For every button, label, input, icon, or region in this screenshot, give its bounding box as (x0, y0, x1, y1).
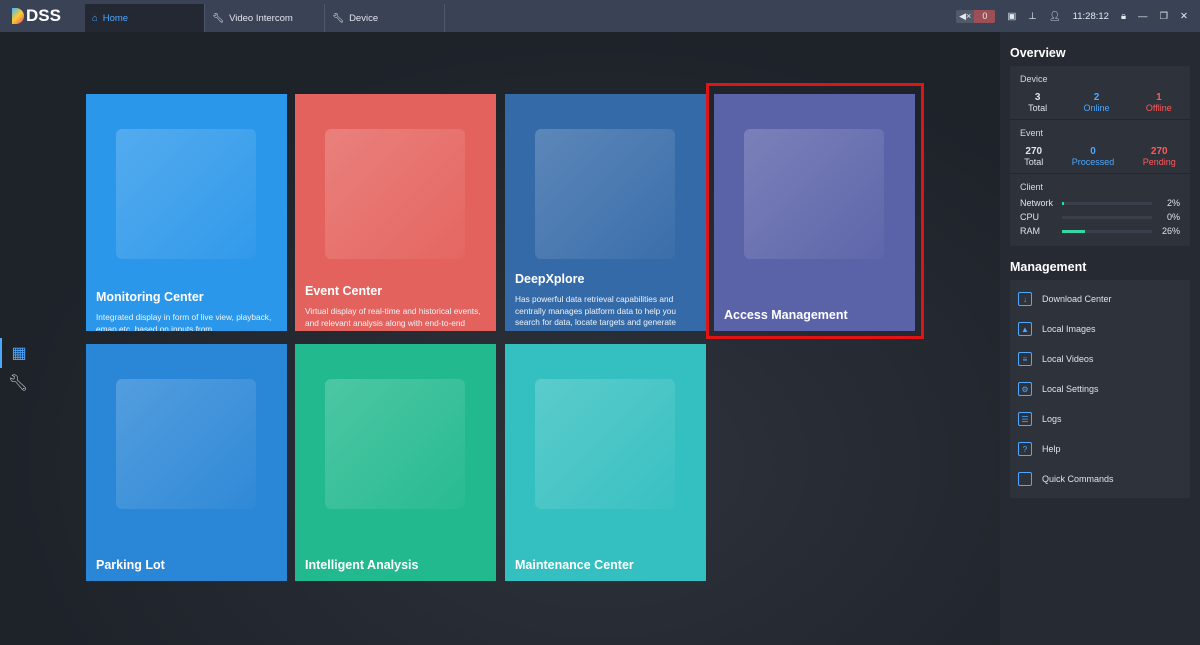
illustration (535, 129, 675, 259)
device-online[interactable]: 2 Online (1084, 92, 1110, 113)
metric-ram: RAM 26% (1020, 226, 1180, 236)
close-button[interactable]: ✕ (1180, 11, 1188, 22)
wrench-icon: 🔧︎ (332, 12, 345, 24)
overview-panel: Device 3 Total 2 Online 1 Offline Event 270… (1010, 66, 1190, 246)
tab-home[interactable]: ⌂ Home (85, 4, 205, 32)
metric-network: Network 2% (1020, 198, 1180, 208)
management-item-local-images[interactable]: ▲ Local Images (1010, 314, 1190, 344)
event-total: 270 Total (1024, 146, 1044, 167)
app-card-maintenance-center[interactable]: Maintenance Center (505, 344, 706, 581)
app-card-parking-lot[interactable]: Parking Lot (86, 344, 287, 581)
tab-video-intercom[interactable]: 🔧︎ Video Intercom (205, 4, 325, 32)
home-icon: ⌂ (92, 12, 98, 24)
metric-cpu: CPU 0% (1020, 212, 1180, 222)
clock-time: 11:28:12 (1072, 10, 1109, 22)
illustration (535, 379, 675, 509)
card-desc: Integrated display in form of live view,… (96, 312, 272, 331)
wrench-icon: 🔧︎ (212, 12, 225, 24)
illustration (116, 129, 256, 259)
app-card-intelligent-analysis[interactable]: Intelligent Analysis (295, 344, 496, 581)
app-card-deepxplore[interactable]: DeepXplore Has powerful data retrieval c… (505, 94, 706, 331)
tab-device[interactable]: 🔧︎ Device (325, 4, 445, 32)
illustration (325, 129, 465, 259)
logs-icon: ☰ (1018, 412, 1032, 426)
card-title: Maintenance Center (515, 558, 634, 572)
device-total: 3 Total (1028, 92, 1048, 113)
user-icon[interactable]: 👤︎ (1049, 11, 1061, 22)
right-panel: Overview Device 3 Total 2 Online 1 Offline … (1000, 32, 1200, 645)
apps-grid-icon[interactable]: ▦ (0, 338, 36, 368)
management-item-logs[interactable]: ☰ Logs (1010, 404, 1190, 434)
app-card-event-center[interactable]: Event Center Virtual display of real-tim… (295, 94, 496, 331)
app-card-monitoring-center[interactable]: Monitoring Center Integrated display in … (86, 94, 287, 331)
card-title: Event Center (305, 284, 383, 298)
usage-bar (1062, 215, 1152, 219)
event-pending[interactable]: 270 Pending (1143, 146, 1176, 167)
video-icon: ≡ (1018, 352, 1032, 366)
network-icon[interactable]: ⊥ (1028, 11, 1036, 22)
management-item-quick-commands[interactable]: Quick Commands (1010, 464, 1190, 494)
code-icon (1018, 472, 1032, 486)
management-item-download-center[interactable]: ↓ Download Center (1010, 284, 1190, 314)
management-item-local-settings[interactable]: ⚙ Local Settings (1010, 374, 1190, 404)
management-item-help[interactable]: ? Help (1010, 434, 1190, 464)
overview-title: Overview (1010, 46, 1066, 60)
management-panel: ↓ Download Center ▲ Local Images ≡ Local Vide… (1010, 280, 1190, 498)
tools-icon[interactable]: 🔧︎ (0, 368, 36, 398)
alarm-sound-toggle[interactable]: ◀× 0 (956, 9, 996, 23)
image-icon: ▲ (1018, 322, 1032, 336)
card-title: Parking Lot (96, 558, 165, 572)
card-desc: Has powerful data retrieval capabilities… (515, 294, 676, 327)
help-icon: ? (1018, 442, 1032, 456)
highlight-box (706, 83, 924, 339)
card-desc: Virtual display of real-time and histori… (305, 306, 481, 331)
usage-bar (1062, 201, 1152, 205)
lock-icon[interactable]: 🔒︎ (1121, 11, 1126, 22)
card-title: Intelligent Analysis (305, 558, 419, 572)
management-item-local-videos[interactable]: ≡ Local Videos (1010, 344, 1190, 374)
dss-logo: DSS (0, 6, 85, 26)
settings-icon: ⚙ (1018, 382, 1032, 396)
event-processed[interactable]: 0 Processed (1072, 146, 1115, 167)
illustration (116, 379, 256, 509)
device-offline[interactable]: 1 Offline (1146, 92, 1172, 113)
usage-bar (1062, 229, 1152, 233)
top-bar: DSS ⌂ Home 🔧︎ Video Intercom 🔧︎ Device ◀× 0 … (0, 0, 1200, 32)
mute-icon: ◀× (956, 9, 975, 23)
card-title: Monitoring Center (96, 290, 204, 304)
minimize-button[interactable]: — (1138, 11, 1148, 22)
message-icon[interactable]: ▣ (1007, 11, 1016, 22)
illustration (325, 379, 465, 509)
management-title: Management (1010, 260, 1087, 274)
card-title: DeepXplore (515, 272, 585, 286)
restore-button[interactable]: ❐ (1160, 11, 1169, 22)
download-icon: ↓ (1018, 292, 1032, 306)
